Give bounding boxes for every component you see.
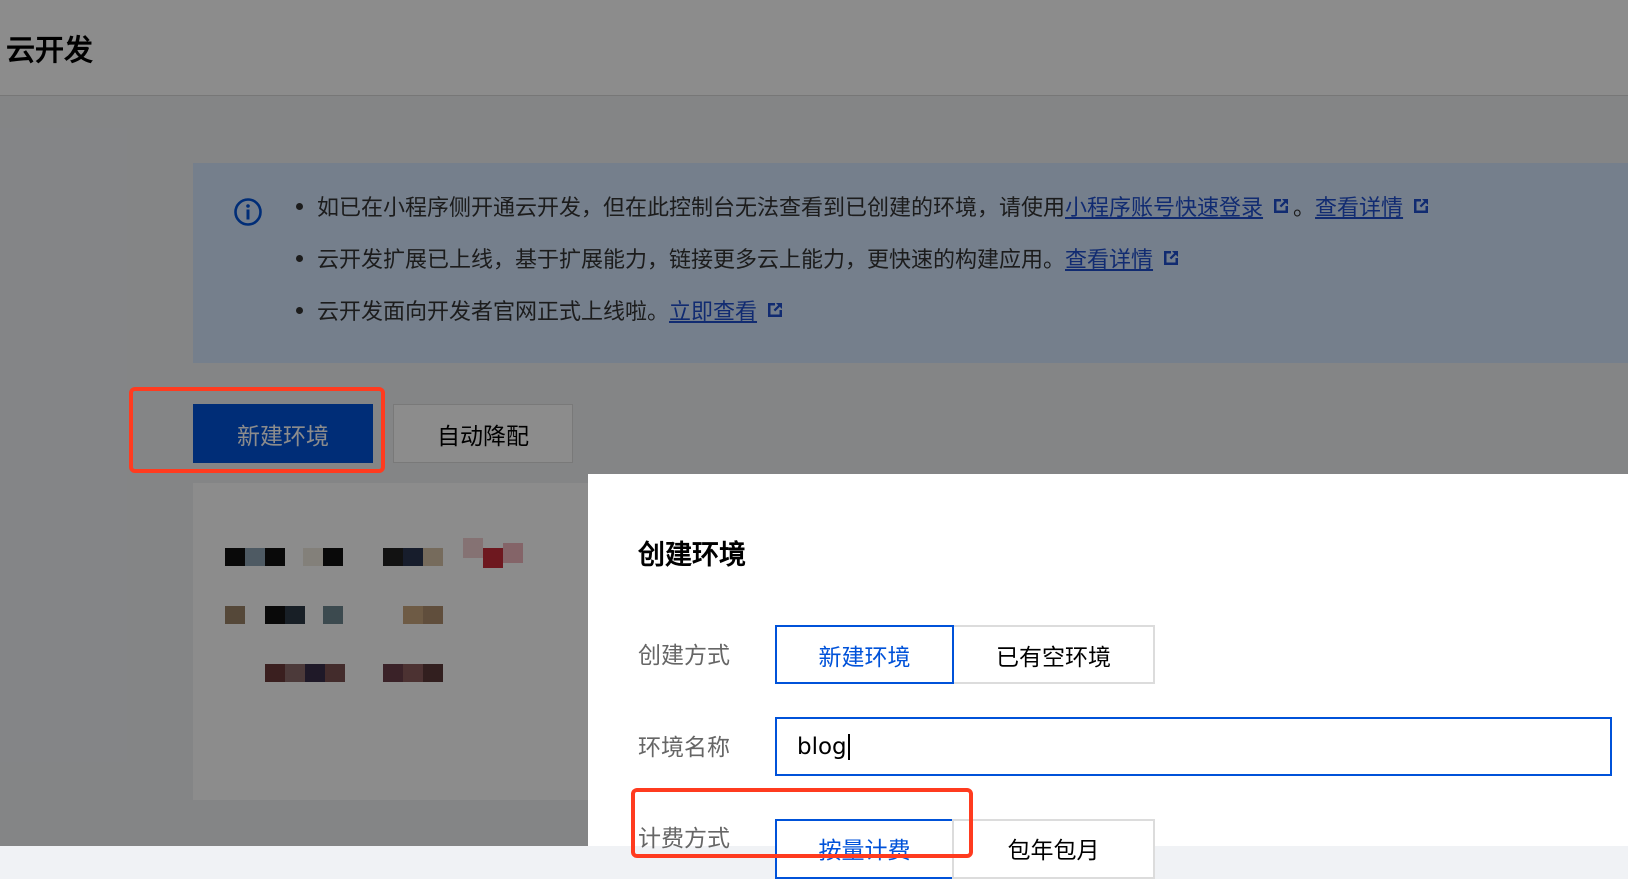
env-name-label: 环境名称	[638, 735, 730, 761]
option-new-environment[interactable]: 新建环境	[775, 625, 954, 684]
create-method-label: 创建方式	[638, 643, 730, 669]
text-caret	[847, 733, 850, 760]
option-existing-empty-environment[interactable]: 已有空环境	[952, 625, 1155, 684]
env-name-value: blog	[797, 733, 847, 760]
option-monthly-subscription[interactable]: 包年包月	[952, 819, 1155, 879]
dialog-title: 创建环境	[638, 540, 746, 571]
env-name-input[interactable]: blog	[775, 717, 1612, 776]
highlight-annotation	[129, 387, 385, 473]
highlight-annotation	[631, 788, 973, 858]
